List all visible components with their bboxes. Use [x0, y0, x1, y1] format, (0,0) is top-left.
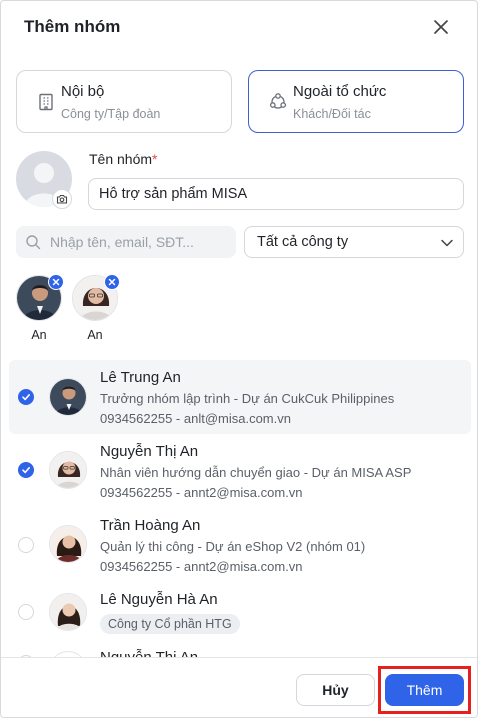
partners-icon [269, 93, 287, 109]
camera-icon [56, 194, 68, 204]
group-name-input[interactable] [88, 178, 464, 210]
member-name: Nguyễn Thị An [100, 649, 198, 657]
group-type-name: Nội bộ [61, 83, 105, 100]
member-name: Trần Hoàng An [100, 517, 201, 534]
group-type-name: Ngoài tổ chức [293, 83, 387, 100]
member-search [16, 226, 236, 258]
member-contact: 0934562255 - anlt@misa.com.vn [100, 411, 291, 426]
building-icon [39, 93, 53, 111]
dialog-footer: Hủy Thêm [1, 657, 477, 717]
check-icon [22, 467, 30, 474]
member-name: Nguyễn Thị An [100, 443, 199, 460]
camera-button[interactable] [52, 189, 72, 209]
check-icon [22, 394, 30, 401]
required-mark: * [152, 151, 158, 167]
search-input[interactable] [50, 226, 232, 258]
member-row[interactable]: Trần Hoàng An Quản lý thi công - Dự án e… [9, 507, 471, 583]
selected-member-name: An [31, 328, 47, 342]
chevron-down-icon [441, 239, 453, 247]
member-photo [49, 451, 87, 489]
member-name: Lê Trung An [100, 369, 181, 386]
member-photo [49, 378, 87, 416]
selected-member-name: An [87, 328, 103, 342]
member-company-tag: Công ty Cổ phần HTG [100, 614, 240, 634]
member-role: Quản lý thi công - Dự án eShop V2 (nhóm … [100, 539, 366, 554]
remove-member-button[interactable] [48, 274, 64, 290]
group-type-desc: Khách/Đối tác [293, 107, 371, 121]
member-row[interactable]: Nguyễn Thị An [9, 641, 471, 657]
member-contact: 0934562255 - annt2@misa.com.vn [100, 485, 303, 500]
search-icon [26, 235, 41, 250]
member-name: Lê Nguyễn Hà An [100, 591, 218, 608]
member-checkbox[interactable] [18, 537, 34, 553]
cancel-button[interactable]: Hủy [296, 674, 375, 706]
dialog-header: Thêm nhóm [1, 1, 477, 53]
member-role: Nhân viên hướng dẫn chuyển giao - Dự án … [100, 465, 412, 480]
member-role: Trưởng nhóm lập trình - Dự án CukCuk Phi… [100, 391, 395, 406]
member-row[interactable]: Nguyễn Thị An Nhân viên hướng dẫn chuyển… [9, 434, 471, 507]
group-type-internal[interactable]: Nội bộ Công ty/Tập đoàn [16, 70, 232, 133]
member-contact: 0934562255 - annt2@misa.com.vn [100, 559, 303, 574]
company-filter-value: Tất cả công ty [257, 234, 349, 250]
company-filter-select[interactable]: Tất cả công ty [244, 226, 464, 258]
close-icon [52, 278, 60, 286]
member-checkbox[interactable] [18, 389, 34, 405]
member-row[interactable]: Lê Nguyễn Hà An Công ty Cổ phần HTG [9, 583, 471, 641]
add-group-dialog: Thêm nhóm Nội bộ Công ty/Tập đoàn Ngoài … [0, 0, 478, 718]
close-icon [434, 20, 448, 34]
group-name-label-text: Tên nhóm [89, 151, 153, 167]
group-type-external[interactable]: Ngoài tổ chức Khách/Đối tác [248, 70, 464, 133]
member-checkbox[interactable] [18, 462, 34, 478]
close-icon [108, 278, 116, 286]
close-button[interactable] [429, 15, 453, 39]
member-row[interactable]: Lê Trung An Trưởng nhóm lập trình - Dự á… [9, 360, 471, 434]
member-photo [49, 525, 87, 563]
member-checkbox[interactable] [18, 604, 34, 620]
dialog-title: Thêm nhóm [24, 17, 121, 36]
group-name-label: Tên nhóm* [89, 151, 158, 167]
member-photo [49, 593, 87, 631]
group-type-desc: Công ty/Tập đoàn [61, 107, 161, 121]
add-button[interactable]: Thêm [385, 674, 464, 706]
remove-member-button[interactable] [104, 274, 120, 290]
